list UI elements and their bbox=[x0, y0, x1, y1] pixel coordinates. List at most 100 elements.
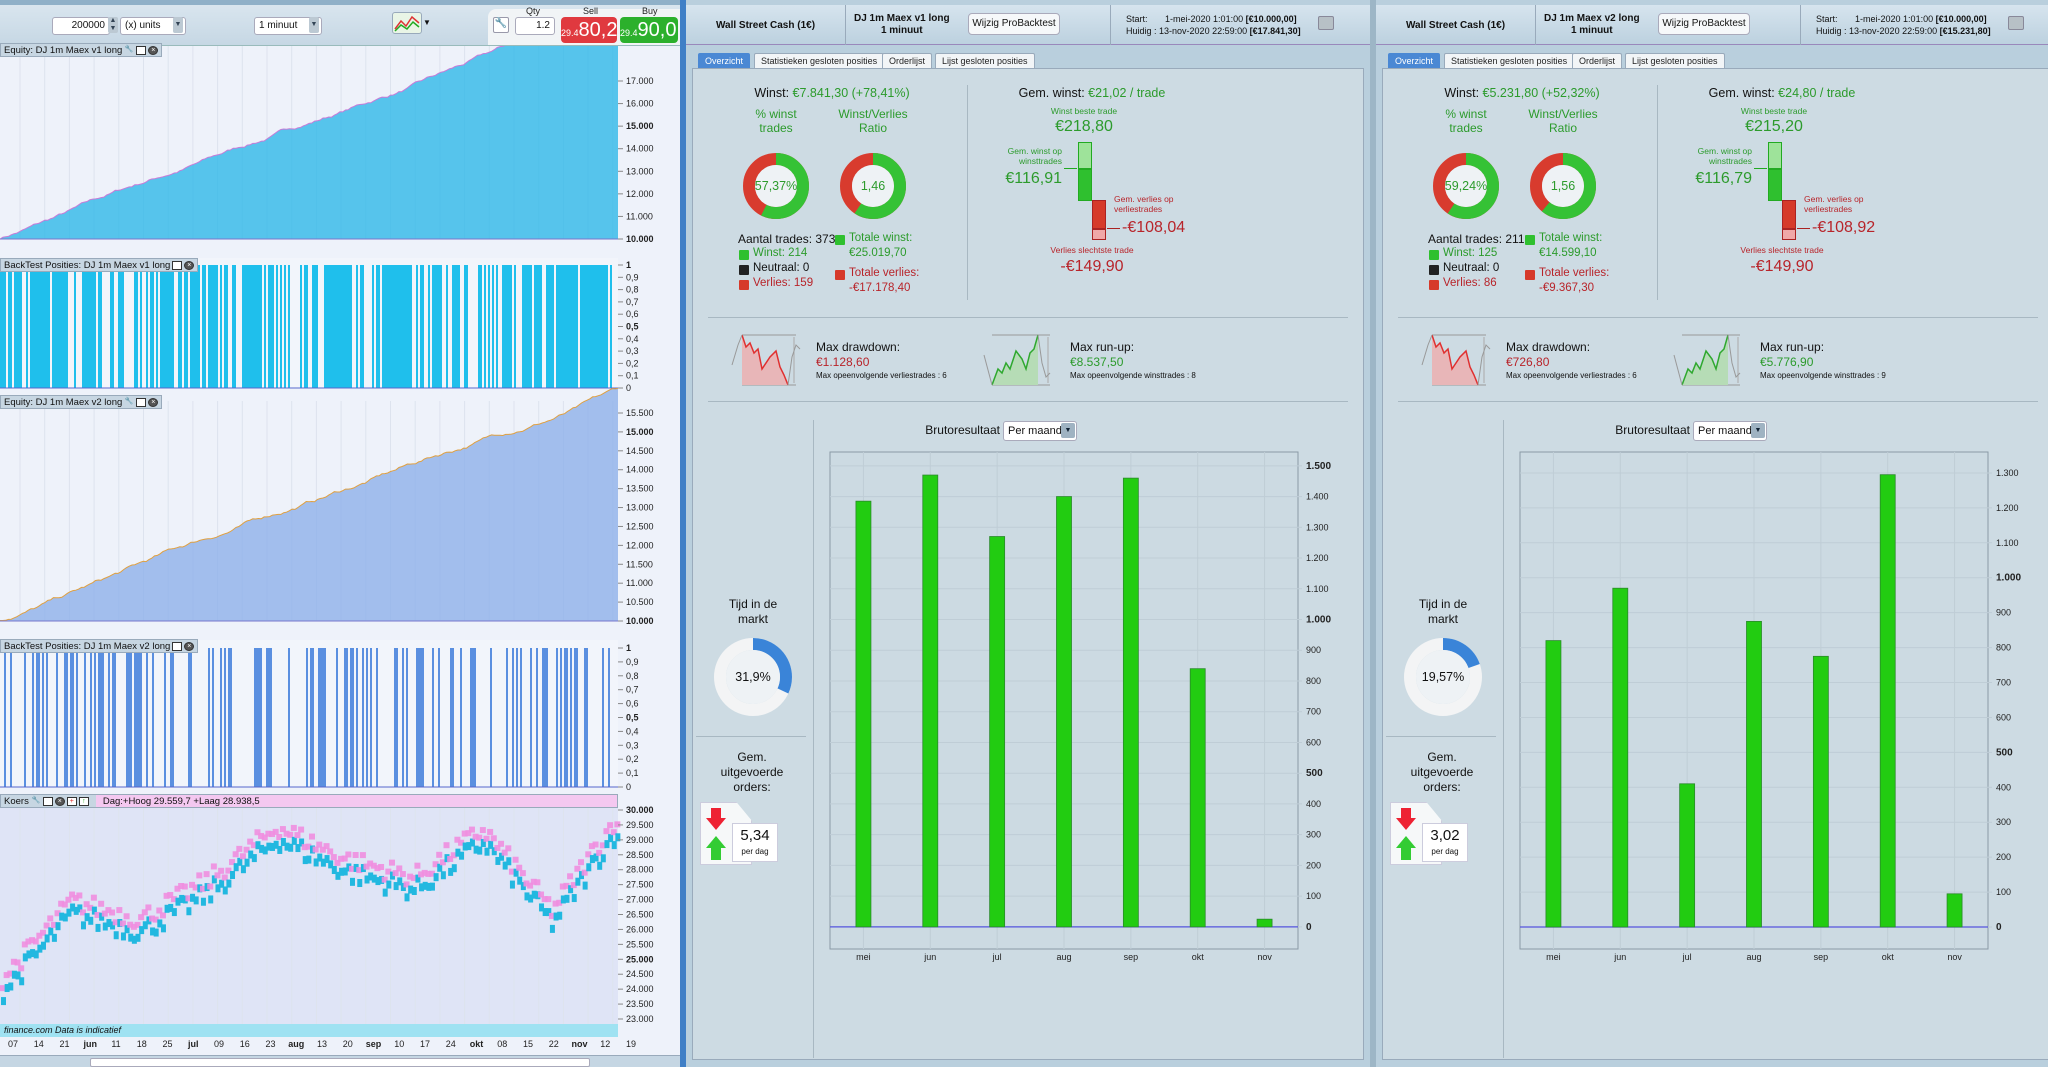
position-v1-bar bbox=[404, 265, 406, 388]
chevron-down-icon: ▼ bbox=[309, 17, 319, 33]
position-v2-bar bbox=[402, 648, 404, 787]
period-select[interactable]: Per maand ▼ bbox=[1003, 421, 1077, 441]
y-tick-label: 26.500 bbox=[626, 910, 654, 920]
quantity-input[interactable]: 200000 bbox=[52, 17, 110, 35]
position-v1-bar bbox=[92, 265, 94, 388]
position-v1-bar bbox=[456, 265, 458, 388]
avg-profit-label: Gem. winst: bbox=[1018, 86, 1085, 100]
close-icon[interactable]: × bbox=[184, 260, 195, 270]
y-tick-label: 100 bbox=[1996, 887, 2011, 897]
y-tick-label: 13.000 bbox=[626, 503, 654, 513]
position-v1-bar bbox=[30, 265, 32, 388]
candle-low-marker bbox=[208, 895, 214, 904]
maximize-icon[interactable] bbox=[172, 260, 183, 270]
horizontal-scrollbar[interactable] bbox=[90, 1058, 590, 1067]
overview-body: Winst: €7.841,30 (+78,41%) % winst trade… bbox=[686, 0, 1370, 1067]
timeframe-select[interactable]: 1 minuut ▼ bbox=[254, 17, 322, 35]
y-tick-label: 700 bbox=[1996, 678, 2011, 688]
position-v1-bar bbox=[540, 265, 542, 388]
x-tick-label: aug bbox=[1746, 952, 1761, 962]
buy-sell-arrows-icon bbox=[1396, 808, 1416, 860]
wrench-icon[interactable]: 🔧 bbox=[124, 398, 134, 407]
avg-loss-bar bbox=[1782, 200, 1796, 229]
candle-low-marker bbox=[51, 933, 57, 942]
close-icon[interactable]: × bbox=[184, 641, 195, 651]
position-v2-bar bbox=[112, 648, 114, 787]
equity-v2-area bbox=[0, 388, 618, 621]
position-v1-bar bbox=[58, 265, 60, 388]
position-v2-bar bbox=[76, 648, 78, 787]
drawdown-sub: Max opeenvolgende verliestrades : 6 bbox=[1506, 371, 1637, 380]
maximize-icon[interactable] bbox=[42, 796, 53, 806]
total-win-label: Totale winst: bbox=[1539, 232, 1603, 244]
chart-type-dropdown-icon[interactable]: ▼ bbox=[423, 18, 431, 27]
position-v1-bar bbox=[496, 265, 498, 388]
candle-high-marker bbox=[534, 879, 541, 886]
x-tick-label: 15 bbox=[523, 1039, 533, 1049]
maximize-icon[interactable] bbox=[172, 641, 183, 651]
position-v1-bar bbox=[464, 265, 466, 388]
y-tick-label: 0,2 bbox=[626, 358, 639, 368]
close-icon[interactable]: × bbox=[148, 45, 159, 55]
period-select[interactable]: Per maand ▼ bbox=[1693, 421, 1767, 441]
sell-button[interactable]: 29.480,2 bbox=[561, 17, 617, 43]
position-v1-bar bbox=[422, 265, 424, 388]
x-tick-label: 09 bbox=[214, 1039, 224, 1049]
add-indicator-icon[interactable]: + bbox=[66, 796, 77, 806]
position-v2-bar bbox=[256, 648, 258, 787]
units-select[interactable]: (x) units ▼ bbox=[120, 17, 186, 35]
candle-high-marker bbox=[272, 828, 279, 835]
candle-high-marker bbox=[109, 909, 116, 916]
position-v1-bar bbox=[440, 265, 442, 388]
candle-low-marker bbox=[433, 873, 439, 882]
avg-win-bar bbox=[1078, 169, 1092, 201]
overview-body: Winst: €5.231,80 (+52,32%) % winst trade… bbox=[1376, 0, 2048, 1067]
wins-count: Winst: 125 bbox=[1443, 247, 1498, 259]
chart-type-button[interactable] bbox=[392, 12, 422, 34]
position-v1-bar bbox=[378, 265, 380, 388]
position-v1-bar bbox=[276, 265, 278, 388]
orders-label: Gem. bbox=[737, 750, 767, 764]
loss-swatch bbox=[1429, 280, 1439, 290]
y-tick-label: 16.000 bbox=[626, 99, 654, 109]
position-v1-bar bbox=[604, 265, 606, 388]
arrow-up-icon[interactable]: ↑ bbox=[78, 796, 89, 806]
candle-high-marker bbox=[479, 827, 486, 834]
qty-input[interactable]: 1.2 bbox=[515, 17, 555, 35]
y-tick-label: 0,4 bbox=[626, 334, 639, 344]
price-bg bbox=[0, 808, 618, 1024]
x-tick-label: 17 bbox=[420, 1039, 430, 1049]
maximize-icon[interactable] bbox=[136, 45, 147, 55]
position-v2-bar bbox=[542, 648, 544, 787]
y-tick-label: 400 bbox=[1996, 782, 2011, 792]
candle-low-marker bbox=[288, 843, 294, 852]
position-v1-bar bbox=[530, 265, 532, 388]
y-tick-label: 900 bbox=[1996, 608, 2011, 618]
x-tick-label: 10 bbox=[394, 1039, 404, 1049]
chart-toolbar: 200000 ▲ ▼ (x) units ▼ 1 minuut ▼ ▼ 🔧 Qty 1… bbox=[0, 0, 680, 46]
position-v2-bar bbox=[346, 648, 348, 787]
avg-loss-bar bbox=[1092, 200, 1106, 229]
orders-per-day-unit: per dag bbox=[741, 847, 769, 856]
quantity-stepper[interactable]: ▲ ▼ bbox=[108, 17, 118, 33]
candle-low-marker bbox=[404, 893, 410, 902]
buy-button[interactable]: 29.490,0 bbox=[620, 17, 678, 43]
y-tick-label: 12.000 bbox=[626, 540, 654, 550]
position-v1-bar bbox=[110, 265, 112, 388]
y-tick-label: 29.000 bbox=[626, 835, 654, 845]
position-v1-bar bbox=[566, 265, 568, 388]
ratio-title: Winst/Verlies bbox=[1528, 107, 1598, 121]
close-icon[interactable]: × bbox=[54, 796, 65, 806]
wrench-icon[interactable]: 🔧 bbox=[31, 797, 41, 806]
wrench-icon[interactable]: 🔧 bbox=[493, 17, 509, 33]
chart-canvas[interactable]: 17.000 16.000 15.000 14.000 13.000 12.000 11.0… bbox=[0, 46, 680, 1067]
position-v2-bar bbox=[84, 648, 86, 787]
wrench-icon[interactable]: 🔧 bbox=[124, 46, 134, 55]
maximize-icon[interactable] bbox=[136, 397, 147, 407]
price-panel-title: Koers 🔧 × + ↑ Dag:+Hoog 29.559,7 +Laag 28.938… bbox=[0, 794, 618, 808]
close-icon[interactable]: × bbox=[148, 397, 159, 407]
bar-jul bbox=[989, 536, 1006, 928]
context-line bbox=[1421, 334, 1433, 366]
position-v1-bar bbox=[386, 265, 388, 388]
candle-high-marker bbox=[218, 867, 225, 874]
